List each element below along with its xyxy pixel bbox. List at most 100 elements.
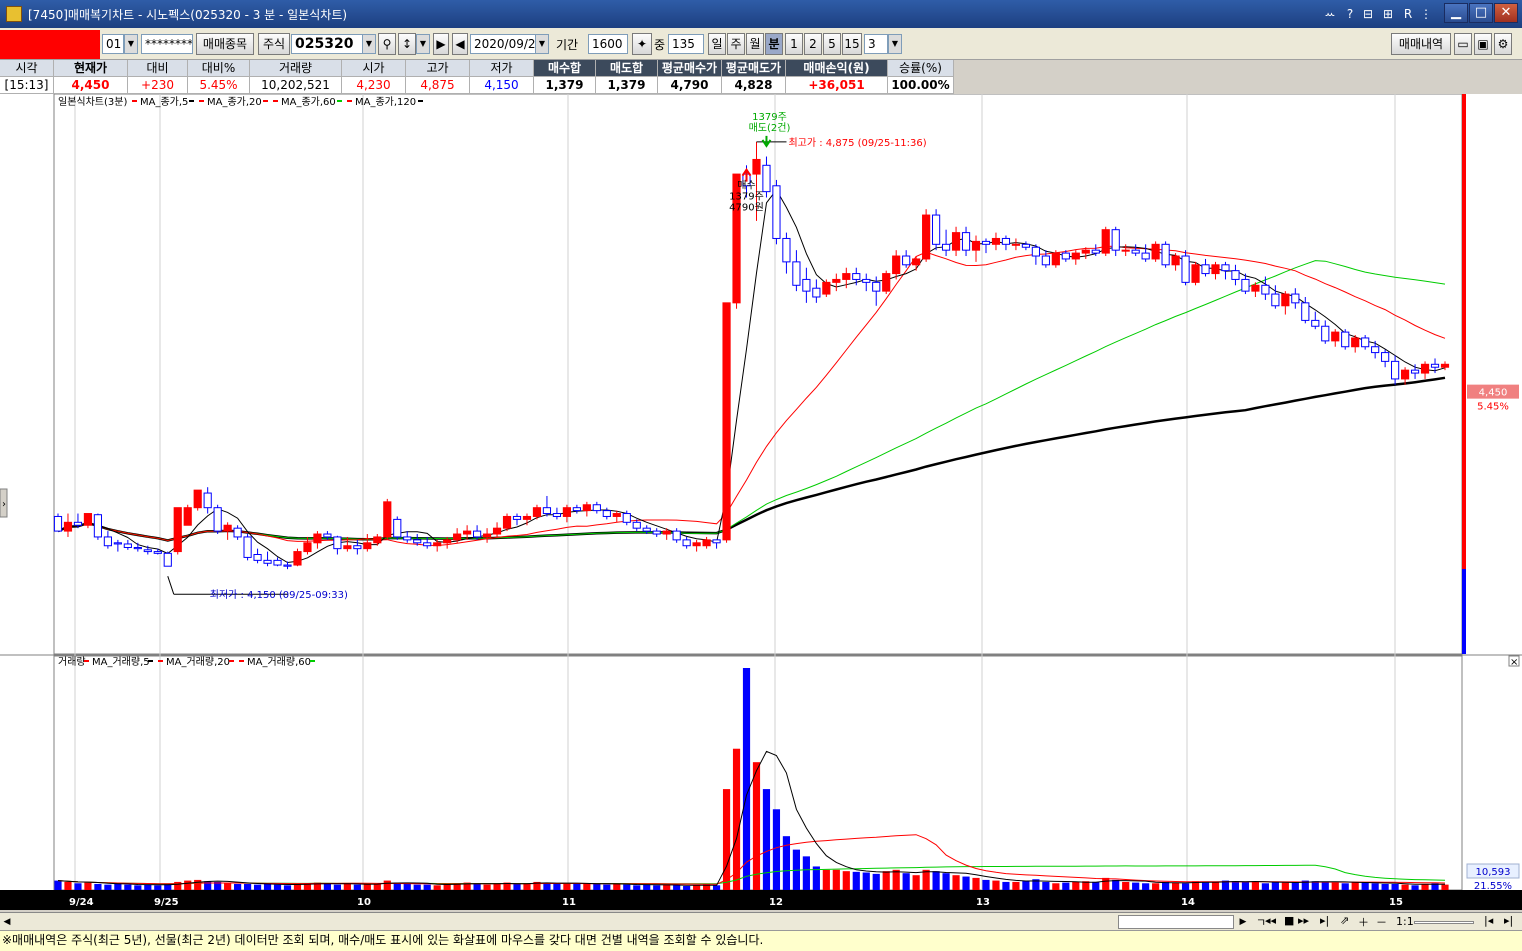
candle-body xyxy=(333,536,342,550)
more-icon[interactable]: ⋮ xyxy=(1418,5,1434,23)
volume-bar xyxy=(1241,881,1250,890)
candle-body xyxy=(672,530,681,541)
quote-header: 저가 xyxy=(470,60,534,77)
candle-body xyxy=(143,549,152,553)
buy-price-annotation: 4790원 xyxy=(729,202,764,214)
minute-1-button[interactable]: 1 xyxy=(785,33,803,55)
refresh-icon[interactable]: R xyxy=(1400,5,1416,23)
play-next-button[interactable]: ▶ xyxy=(433,33,449,55)
nav-end-icon[interactable]: ▸| xyxy=(1320,914,1329,927)
grid-icon[interactable]: ⊞ xyxy=(1380,5,1396,23)
candle-body xyxy=(1201,264,1210,275)
pin-icon[interactable]: ꕀ xyxy=(1322,5,1338,23)
volume-bar xyxy=(1171,882,1180,890)
toolbar: 01 ▼ ******** 매매종목 주식 025320 ▼ ⚲ ↕ ▼ ▶ ◀… xyxy=(0,28,1522,60)
minimize-button[interactable]: ▁ xyxy=(1444,3,1468,23)
candle-body xyxy=(1131,249,1140,254)
candle-body xyxy=(812,287,821,298)
nav-stop-icon[interactable]: ■ xyxy=(1284,914,1294,927)
nav-forward-icon[interactable]: ▸▸ xyxy=(1298,914,1309,927)
volume-bar xyxy=(1421,883,1429,890)
x-axis-label: 11 xyxy=(562,897,576,908)
volume-bar xyxy=(623,884,631,890)
nav-prev-page-icon[interactable]: |◂ xyxy=(1484,914,1493,927)
save-icon[interactable]: ▣ xyxy=(1474,33,1492,55)
legend-swatch xyxy=(158,660,163,662)
candle-body xyxy=(463,530,472,535)
scroll-left-icon[interactable]: ◀ xyxy=(0,915,14,929)
scroll-right-icon[interactable]: ▶ xyxy=(1236,914,1250,930)
trade-items-button[interactable]: 매매종목 xyxy=(196,33,254,55)
help-icon[interactable]: ? xyxy=(1342,5,1358,23)
candle-body xyxy=(1241,278,1250,292)
week-button[interactable]: 주 xyxy=(727,33,745,55)
volume-bar xyxy=(483,884,491,890)
chart-svg[interactable]: 일본식차트(3분) MA_종가,5 MA_종가,20 MA_종가,60 MA_종가,12… xyxy=(0,94,1522,912)
password-field[interactable]: ******** xyxy=(141,34,193,54)
day-button[interactable]: 일 xyxy=(708,33,726,55)
code-input[interactable]: 025320 xyxy=(291,34,363,54)
chart-scroll-bar[interactable]: ◀ ▶ ㄱ ◂◂ ■ ▸▸ ▸| ⇗ ＋ － 1:1 |◂ ▸| xyxy=(0,912,1522,930)
market-select[interactable]: 주식 xyxy=(258,33,290,55)
candle-body xyxy=(552,513,562,517)
minute-2-button[interactable]: 2 xyxy=(804,33,822,55)
quote-header: 거래량 xyxy=(250,60,342,77)
candle-body xyxy=(133,546,142,550)
layout-icon[interactable]: ⊟ xyxy=(1360,5,1376,23)
date-input[interactable]: 2020/09/25 xyxy=(470,34,536,54)
chevron-down-icon[interactable]: ▼ xyxy=(362,34,376,54)
volume-bar xyxy=(842,871,850,890)
sort-icon[interactable]: ↕ xyxy=(398,33,416,55)
chevron-down-icon[interactable]: ▼ xyxy=(535,34,549,54)
volume-bar xyxy=(234,883,242,890)
nav-rewind-icon[interactable]: ◂◂ xyxy=(1265,914,1276,927)
folder-icon[interactable]: ▭ xyxy=(1454,33,1472,55)
chart-type-icon[interactable]: ⇗ xyxy=(1340,914,1349,927)
scroll-thumb[interactable] xyxy=(1118,915,1234,929)
search-icon[interactable]: ⚲ xyxy=(378,33,396,55)
volume-bar xyxy=(124,884,132,890)
volume-bar xyxy=(683,885,691,890)
count-input[interactable]: 135 xyxy=(668,34,704,54)
nav-next-page-icon[interactable]: ▸| xyxy=(1504,914,1513,927)
legend-item: MA_종가,20 xyxy=(207,96,262,108)
candle-body xyxy=(602,510,611,517)
month-button[interactable]: 월 xyxy=(746,33,764,55)
maximize-button[interactable]: □ xyxy=(1469,3,1493,23)
candle-body xyxy=(1221,264,1230,272)
trade-history-button[interactable]: 매매내역 xyxy=(1391,33,1451,55)
volume-bar xyxy=(872,873,880,890)
candle-body xyxy=(1400,369,1410,380)
chart-area[interactable]: 일본식차트(3분) MA_종가,5 MA_종가,20 MA_종가,60 MA_종가,12… xyxy=(0,94,1522,912)
candle-body xyxy=(922,214,931,260)
zoom-out-icon[interactable]: － xyxy=(1376,914,1387,930)
quote-header: 시가 xyxy=(342,60,406,77)
settings-icon[interactable]: ⚙ xyxy=(1494,33,1512,55)
volume-bar xyxy=(922,869,930,890)
close-x: × xyxy=(1510,657,1518,668)
close-button[interactable]: ✕ xyxy=(1494,3,1518,23)
candle-body xyxy=(293,551,302,566)
period-input[interactable]: 1600 xyxy=(588,34,628,54)
minute-select[interactable]: 3 xyxy=(864,34,888,54)
zoom-slider[interactable] xyxy=(1414,921,1474,924)
volume-bar xyxy=(583,883,591,890)
volume-bar xyxy=(882,871,890,890)
candle-body xyxy=(1091,249,1100,254)
minute-button[interactable]: 분 xyxy=(765,33,783,55)
minute-15-button[interactable]: 15 xyxy=(842,33,862,55)
candle-body xyxy=(1391,360,1400,380)
candle-body xyxy=(941,243,951,251)
candle-body xyxy=(1371,346,1380,354)
x-axis-label: 14 xyxy=(1181,897,1195,908)
chevron-down-icon[interactable]: ▼ xyxy=(124,34,138,54)
crosshair-icon[interactable]: ✦ xyxy=(632,33,652,55)
chevron-down-icon[interactable]: ▼ xyxy=(416,34,430,54)
zoom-in-icon[interactable]: ＋ xyxy=(1358,914,1369,930)
play-prev-button[interactable]: ◀ xyxy=(452,33,468,55)
quote-value: 10,202,521 xyxy=(250,77,342,94)
candle-body xyxy=(981,240,991,245)
chevron-down-icon[interactable]: ▼ xyxy=(888,34,902,54)
minute-5-button[interactable]: 5 xyxy=(823,33,841,55)
account-select[interactable]: 01 xyxy=(102,34,124,54)
